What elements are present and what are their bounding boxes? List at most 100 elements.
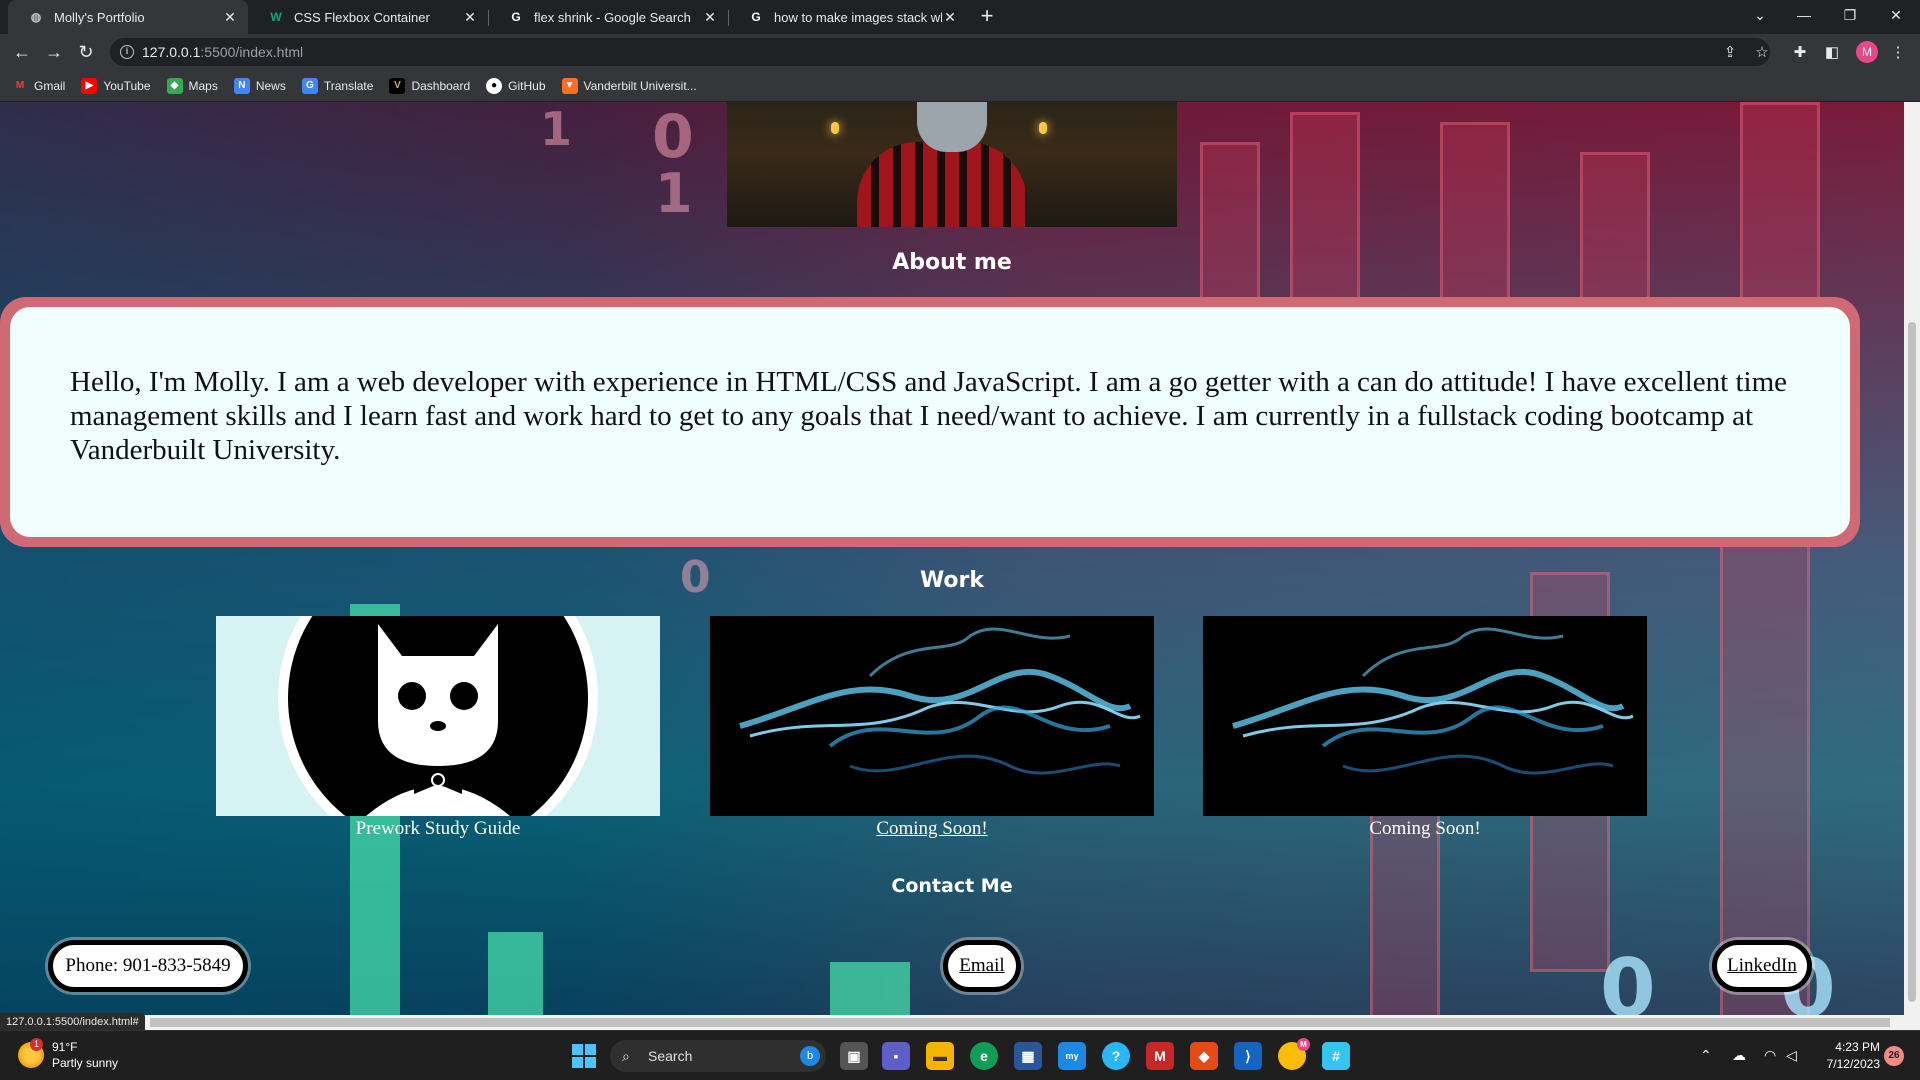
page-viewport: 0 1 1 0 0 0 About me Hello, I'm Molly. I…	[0, 102, 1904, 1015]
share-icon[interactable]: ⇪	[1720, 42, 1740, 62]
volume-icon[interactable]: ◁	[1786, 1047, 1797, 1064]
tab-strip: ◍ Molly's Portfolio ✕ W CSS Flexbox Cont…	[0, 0, 1920, 34]
plaid-shirt	[857, 142, 1027, 227]
bookmark-maps[interactable]: ◆ Maps	[166, 77, 218, 94]
new-tab-button[interactable]: +	[975, 5, 999, 29]
help-icon[interactable]: ?	[1102, 1042, 1130, 1070]
menu-kebab-icon[interactable]: ⋮	[1888, 42, 1908, 62]
tab-css-flexbox[interactable]: W CSS Flexbox Container ✕	[248, 0, 488, 34]
minimize-button[interactable]: —	[1782, 0, 1826, 30]
project-image-prework[interactable]	[216, 616, 660, 816]
contact-heading: Contact Me	[891, 875, 1013, 897]
url-host: 127.0.0.1	[142, 44, 201, 60]
bing-icon: b	[800, 1046, 820, 1066]
close-icon[interactable]: ✕	[222, 9, 238, 26]
url-path: :5500/index.html	[200, 44, 304, 60]
bookmark-label: Translate	[323, 78, 374, 93]
bookmark-github[interactable]: ● GitHub	[486, 77, 546, 94]
sun-icon: 1	[18, 1038, 44, 1068]
windows-taskbar: 1 91°F Partly sunny ⌕ Search b ▣ ▪ ▬ e ▦…	[0, 1030, 1920, 1080]
background-digit: 1	[655, 162, 693, 225]
about-text: Hello, I'm Molly. I am a web developer w…	[10, 307, 1850, 537]
tab-images-stack-search[interactable]: G how to make images stack when ✕	[728, 0, 968, 34]
chrome-icon[interactable]: M	[1278, 1038, 1310, 1070]
project-image-coming-soon-1[interactable]	[710, 616, 1154, 816]
tab-search-chevron-icon[interactable]: ⌄	[1738, 0, 1782, 30]
taskbar-search[interactable]: ⌕ Search b	[610, 1040, 826, 1072]
globe-icon: ◍	[30, 10, 42, 24]
file-explorer-icon[interactable]: ▬	[926, 1042, 954, 1070]
forward-arrow-icon[interactable]: →	[42, 40, 66, 64]
slack-icon[interactable]: #	[1322, 1042, 1350, 1070]
bookmark-label: GitHub	[508, 78, 546, 93]
close-window-button[interactable]: ✕	[1874, 0, 1918, 30]
vertical-scrollbar[interactable]	[1904, 102, 1920, 1015]
onedrive-cloud-icon[interactable]: ☁	[1732, 1047, 1746, 1064]
chevron-up-icon[interactable]: ⌃	[1700, 1047, 1712, 1064]
git-icon[interactable]: ◆	[1190, 1042, 1218, 1070]
weather-badge: 1	[30, 1038, 43, 1051]
project-link-coming-soon-2[interactable]: Coming Soon!	[1203, 818, 1647, 840]
close-icon[interactable]: ✕	[702, 9, 718, 26]
side-panel-icon[interactable]: ◧	[1822, 42, 1842, 62]
search-label: Search	[648, 1048, 693, 1064]
chrome-profile-badge: M	[1297, 1038, 1310, 1051]
tab-flex-shrink-search[interactable]: G flex shrink - Google Search ✕	[488, 0, 728, 34]
tab-mollys-portfolio[interactable]: ◍ Molly's Portfolio ✕	[8, 0, 248, 34]
teams-chat-icon[interactable]: ▪	[882, 1042, 910, 1070]
github-icon: ●	[486, 77, 503, 94]
restore-button[interactable]: ❐	[1828, 0, 1872, 30]
bookmark-label: Dashboard	[411, 78, 471, 93]
background-teal-bar	[830, 962, 910, 1015]
blue-smoke-image	[739, 627, 1141, 775]
lantern-light	[1039, 122, 1047, 134]
wifi-icon[interactable]: ◠	[1764, 1047, 1776, 1064]
scrollbar-thumb[interactable]	[1908, 322, 1916, 1002]
weather-temp: 91°F	[52, 1040, 78, 1054]
bookmark-dashboard[interactable]: V Dashboard	[389, 77, 471, 94]
bookmark-news[interactable]: N News	[233, 77, 286, 94]
linkedin-link[interactable]: LinkedIn	[1712, 940, 1812, 992]
bookmark-label: News	[255, 78, 286, 93]
edge-icon[interactable]: e	[970, 1042, 998, 1070]
horizontal-scrollbar[interactable]	[0, 1015, 1920, 1030]
info-icon[interactable]: i	[120, 45, 134, 59]
about-heading: About me	[892, 250, 1012, 275]
task-view-icon[interactable]: ▣	[840, 1042, 868, 1070]
store-icon[interactable]: ▦	[1014, 1042, 1042, 1070]
search-icon: ⌕	[622, 1048, 630, 1064]
project-link-prework[interactable]: Prework Study Guide	[216, 818, 660, 840]
tab-title: flex shrink - Google Search	[534, 9, 691, 25]
bookmark-star-icon[interactable]: ☆	[1752, 42, 1772, 62]
maps-icon: ◆	[166, 77, 183, 94]
extensions-puzzle-icon[interactable]: ✚	[1790, 42, 1810, 62]
mcafee-icon[interactable]: M	[1146, 1042, 1174, 1070]
gmail-icon: M	[15, 80, 25, 91]
bookmark-vanderbilt[interactable]: ▼ Vanderbilt Universit...	[561, 77, 697, 94]
address-bar[interactable]: i 127.0.0.1 :5500/index.html	[110, 38, 1770, 66]
project-image-coming-soon-2[interactable]	[1203, 616, 1647, 816]
profile-avatar[interactable]: M	[1856, 41, 1878, 63]
system-clock[interactable]: 4:23 PM 7/12/2023	[1818, 1039, 1880, 1073]
bookmark-gmail[interactable]: M Gmail	[12, 78, 66, 94]
profile-photo	[727, 102, 1177, 227]
close-icon[interactable]: ✕	[462, 9, 478, 26]
bookmark-youtube[interactable]: ▶ YouTube	[81, 77, 151, 94]
scrollbar-thumb[interactable]	[150, 1018, 1890, 1027]
mysql-workbench-icon[interactable]: my	[1058, 1042, 1086, 1070]
w3schools-icon: W	[270, 10, 282, 24]
bookmarks-bar: M Gmail ▶ YouTube ◆ Maps N News G Transl…	[0, 70, 1920, 102]
project-link-coming-soon-1[interactable]: Coming Soon!	[710, 818, 1154, 840]
bookmark-translate[interactable]: G Translate	[301, 77, 374, 94]
vscode-icon[interactable]: ⟩	[1234, 1042, 1262, 1070]
weather-widget[interactable]: 1 91°F Partly sunny	[18, 1038, 118, 1071]
youtube-icon: ▶	[81, 77, 98, 94]
reload-icon[interactable]: ↻	[74, 40, 98, 64]
close-icon[interactable]: ✕	[942, 9, 958, 26]
notification-badge[interactable]: 26	[1884, 1046, 1904, 1066]
email-link[interactable]: Email	[943, 940, 1021, 992]
back-arrow-icon[interactable]: ←	[10, 40, 34, 64]
windows-start-icon[interactable]	[572, 1044, 596, 1068]
lantern-light	[831, 122, 839, 134]
tab-title: Molly's Portfolio	[54, 9, 145, 25]
